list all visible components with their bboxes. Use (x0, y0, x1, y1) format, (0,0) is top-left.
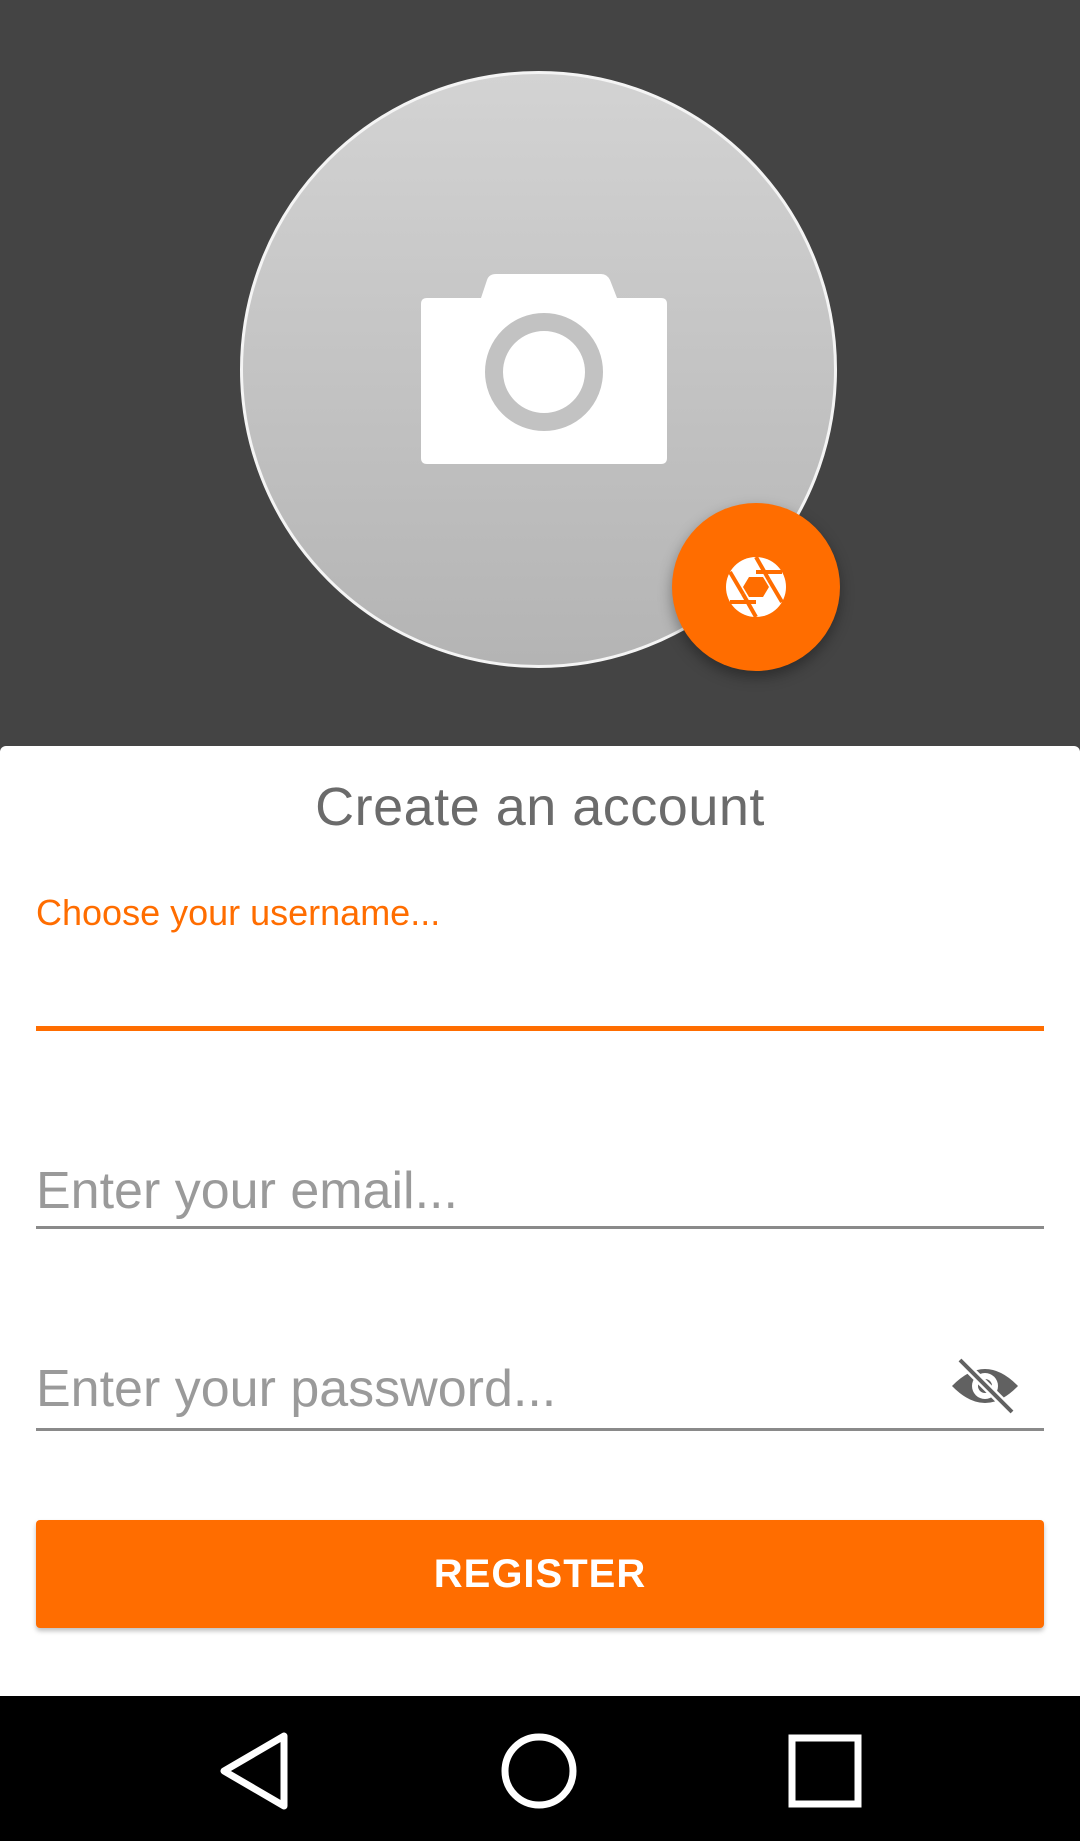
system-navigation-bar (0, 1696, 1080, 1841)
username-label: Choose your username... (36, 892, 441, 933)
password-input[interactable] (36, 1354, 936, 1424)
page-title: Create an account (315, 777, 765, 837)
email-underline (36, 1226, 1044, 1229)
password-field-container (36, 1346, 1044, 1456)
camera-icon (421, 274, 667, 464)
nav-recents-button[interactable] (780, 1726, 870, 1816)
profile-photo-header (0, 0, 1080, 746)
back-icon (220, 1732, 288, 1810)
email-field-container (36, 1146, 1044, 1256)
nav-back-button[interactable] (210, 1726, 300, 1816)
register-form-card: Create an account Choose your username..… (0, 746, 1080, 1696)
username-underline (36, 1026, 1044, 1031)
home-icon (501, 1733, 577, 1809)
eye-off-icon[interactable] (950, 1356, 1020, 1416)
username-input[interactable] (36, 956, 1044, 1020)
take-photo-button[interactable] (672, 503, 840, 671)
email-input[interactable] (36, 1156, 1044, 1226)
recents-icon (788, 1734, 862, 1808)
register-button[interactable]: REGISTER (36, 1520, 1044, 1628)
password-underline (36, 1428, 1044, 1431)
username-field-container: Choose your username... (36, 892, 1044, 1032)
nav-home-button[interactable] (494, 1726, 584, 1816)
shutter-icon (726, 556, 786, 618)
